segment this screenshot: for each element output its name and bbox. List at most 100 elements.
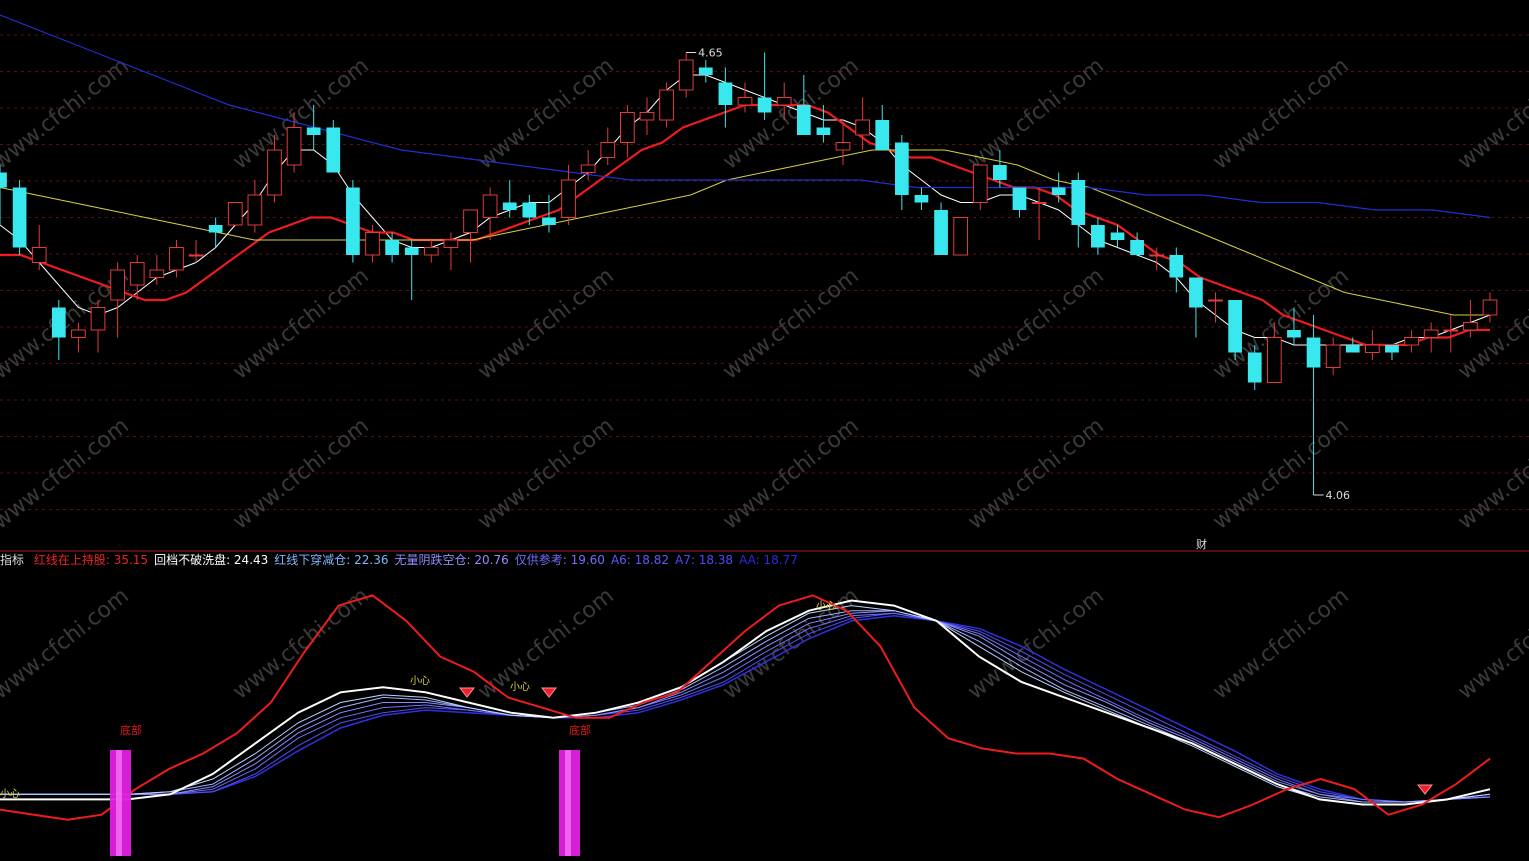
- candle-body-up: [365, 232, 380, 256]
- candle-body-down: [542, 217, 556, 225]
- candle-body-up: [247, 194, 263, 226]
- candle-body-up: [737, 97, 753, 106]
- candle-body-down: [993, 165, 1007, 180]
- bottom-bar-highlight: [116, 750, 122, 856]
- candle-body-up: [463, 209, 478, 233]
- candle-body-up: [90, 307, 106, 331]
- candle-body-down: [1385, 345, 1399, 353]
- candle-body-up: [580, 164, 596, 173]
- candle-body-up: [776, 97, 792, 106]
- candle-body-down: [346, 187, 360, 255]
- legend-item-5: A6: 18.82: [610, 553, 669, 567]
- candle-body-up: [188, 254, 204, 257]
- candle-body-down: [698, 67, 713, 75]
- indicator-legend: 指标 红线在上持股: 35.15 回档不破洗盘: 24.43 红线下穿减仓: 22.…: [0, 551, 810, 569]
- candle-body-up: [149, 269, 165, 278]
- candle-body-down: [1287, 330, 1301, 338]
- candle-body-up: [678, 59, 694, 91]
- legend-item-1: 回档不破洗盘: 24.43: [154, 553, 269, 567]
- candle-body-up: [1266, 337, 1282, 383]
- candle-body-up: [71, 329, 86, 338]
- candle-body-down: [0, 172, 7, 188]
- candle-body-up: [227, 202, 243, 226]
- caution-marker-label: 小心: [410, 675, 430, 687]
- candle-body-down: [875, 120, 890, 150]
- candle-body-down: [914, 195, 929, 203]
- bottom-label-1: 底部: [120, 723, 142, 737]
- candle-body-up: [286, 127, 302, 166]
- legend-item-3: 无量阴跌空仓: 20.76: [394, 553, 509, 567]
- legend-item-2: 红线下穿减仓: 22.36: [274, 553, 389, 567]
- candle-body-down: [796, 105, 811, 135]
- candle-body-down: [894, 142, 909, 195]
- candle-body-down: [385, 240, 399, 255]
- legend-item-6: A7: 18.38: [675, 553, 734, 567]
- candle-body-up: [600, 142, 616, 158]
- candle-body-down: [1091, 225, 1105, 248]
- candle-body-up: [31, 247, 47, 263]
- candle-body-down: [502, 202, 517, 210]
- candle-body-down: [757, 97, 772, 113]
- candle-body-down: [1228, 300, 1242, 353]
- candle-body-down: [718, 82, 733, 105]
- candle-body-up: [561, 179, 576, 218]
- candle-body-up: [1443, 329, 1459, 332]
- chart-canvas: www.cfchi.com www.cfchi.com www.cfchi.com w…: [0, 0, 1529, 861]
- candle-body-up: [482, 194, 498, 218]
- caution-marker-label: 小心: [510, 681, 530, 693]
- candle-body-down: [404, 247, 419, 255]
- candle-body-up: [835, 142, 851, 151]
- candle-body-down: [208, 225, 223, 233]
- candle-body-up: [620, 112, 635, 143]
- legend-item-0: 红线在上持股: 35.15: [33, 553, 149, 567]
- candle-body-up: [443, 239, 459, 248]
- candle-body-up: [1404, 337, 1419, 346]
- candle-body-down: [1169, 255, 1184, 278]
- candle-body-up: [1325, 344, 1341, 368]
- bottom-label-2: 底部: [569, 723, 591, 737]
- candle-body-down: [816, 127, 831, 135]
- candle-body-up: [129, 262, 145, 286]
- candle-body-down: [12, 187, 27, 248]
- cai-marker-label: 财: [1196, 537, 1207, 551]
- candle-body-up: [110, 269, 125, 301]
- candle-body-down: [1345, 345, 1360, 353]
- candle-body-up: [1423, 329, 1439, 338]
- candle-body-up: [169, 247, 184, 271]
- candle-body-down: [306, 127, 321, 135]
- candle-body-down: [1130, 240, 1144, 255]
- candle-body-up: [953, 217, 969, 256]
- caution-marker-label: 小心: [816, 600, 836, 612]
- candle-body-down: [522, 202, 537, 218]
- low-price-label: 4.06: [1326, 489, 1351, 502]
- candle-body-down: [326, 127, 341, 173]
- candle-body-down: [1247, 352, 1262, 383]
- candle-body-down: [1051, 187, 1066, 195]
- candle-body-up: [1149, 254, 1165, 257]
- candle-body-up: [1365, 344, 1380, 353]
- caution-marker-label: 小心: [0, 788, 20, 800]
- candle-body-up: [1482, 299, 1498, 316]
- candle-body-up: [855, 119, 870, 136]
- candle-body-down: [1110, 232, 1125, 240]
- legend-items: 红线在上持股: 35.15 回档不破洗盘: 24.43 红线下穿减仓: 22.36 无…: [34, 553, 804, 567]
- candle-body-down: [1071, 180, 1086, 225]
- candle-body-down: [1012, 187, 1027, 210]
- candle-body-up: [639, 112, 655, 121]
- candle-body-up: [1208, 299, 1223, 302]
- candle-body-down: [1189, 277, 1203, 308]
- candle-body-up: [659, 89, 674, 121]
- candle-body-up: [267, 149, 282, 196]
- candle-body-up: [1031, 202, 1047, 204]
- candle-body-up: [1463, 322, 1478, 331]
- candle-body-up: [423, 247, 439, 256]
- candle-body-down: [934, 210, 948, 255]
- candle-body-down: [1306, 337, 1321, 368]
- indicator-name: 指标: [0, 553, 25, 567]
- bottom-bar-highlight: [565, 750, 571, 856]
- candle-body-down: [51, 307, 66, 338]
- legend-item-4: 仅供参考: 19.60: [514, 553, 605, 567]
- legend-item-7: AA: 18.77: [739, 553, 798, 567]
- candle-body-up: [972, 164, 988, 203]
- high-price-label: 4.65: [698, 47, 723, 60]
